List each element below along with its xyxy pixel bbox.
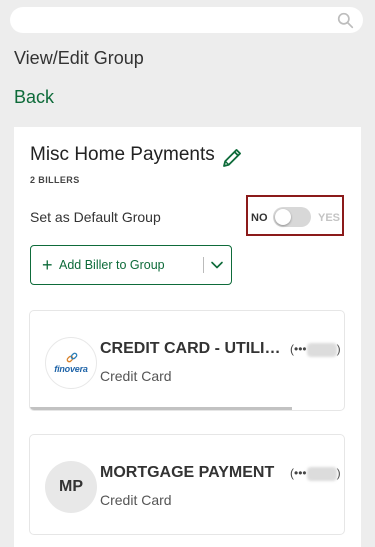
logo-brand-text: finovera (54, 364, 88, 374)
horizontal-scrollbar[interactable] (30, 407, 292, 410)
masked-account-digits (306, 342, 337, 357)
default-group-toggle[interactable] (273, 207, 311, 227)
toggle-off-label: NO (251, 212, 268, 224)
account-suffix: ) (336, 342, 341, 356)
account-suffix: ) (336, 466, 341, 480)
page-title: View/Edit Group (14, 48, 144, 68)
group-details-card: Misc Home Payments 2 BILLERS Set as Defa… (14, 127, 361, 547)
biller-type: Credit Card (100, 492, 172, 508)
toggle-knob (275, 209, 291, 225)
search-icon[interactable] (337, 12, 354, 29)
biller-account-number: (•••) (290, 466, 341, 481)
biller-name: MORTGAGE PAYMENT (100, 464, 275, 481)
biller-account-number: (•••) (290, 342, 341, 357)
group-name: Misc Home Payments (30, 144, 215, 165)
billers-count: 2 BILLERS (30, 175, 80, 185)
masked-account-digits (306, 466, 337, 481)
add-biller-button[interactable]: + Add Biller to Group (30, 245, 232, 285)
plus-icon: + (42, 255, 53, 275)
default-group-label: Set as Default Group (30, 209, 161, 225)
add-biller-label: Add Biller to Group (59, 258, 165, 272)
chain-link-icon (66, 352, 78, 363)
biller-name: CREDIT CARD - UTILITI... (100, 340, 286, 357)
chevron-down-icon[interactable] (210, 258, 224, 272)
toggle-on-label: YES (318, 212, 341, 224)
biller-card[interactable]: MP MORTGAGE PAYMENT (•••) Credit Card (29, 434, 345, 535)
biller-card[interactable]: finovera CREDIT CARD - UTILITI... (•••) … (29, 310, 345, 411)
account-prefix: (••• (290, 466, 307, 480)
pencil-icon[interactable] (220, 146, 244, 170)
search-bar[interactable] (10, 7, 363, 35)
biller-logo: finovera (45, 337, 97, 389)
account-prefix: (••• (290, 342, 307, 356)
search-input[interactable] (22, 7, 336, 35)
back-link[interactable]: Back (14, 87, 54, 108)
biller-type: Credit Card (100, 368, 172, 384)
button-divider (203, 257, 204, 273)
biller-avatar: MP (45, 461, 97, 513)
